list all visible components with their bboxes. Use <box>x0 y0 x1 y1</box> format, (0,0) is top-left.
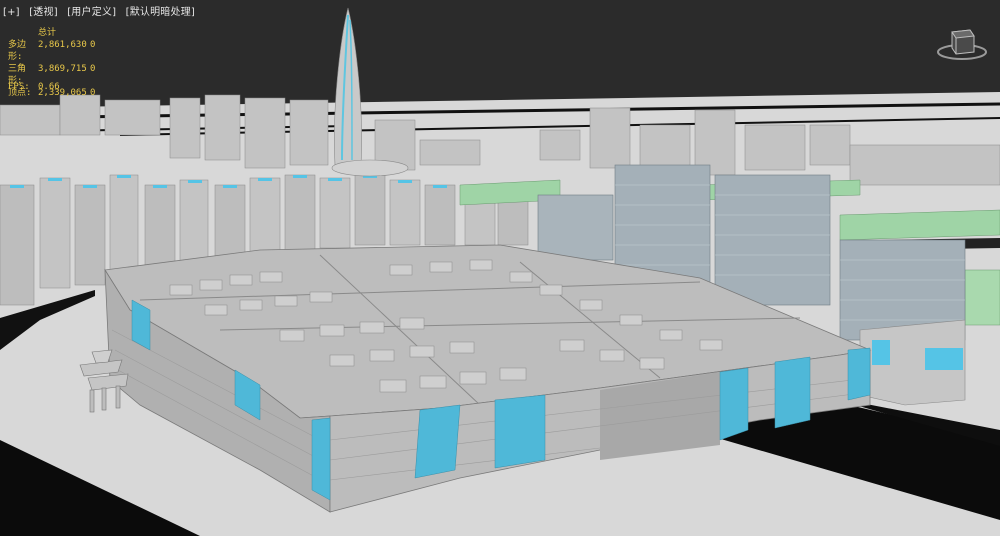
viewport-menu-shading[interactable]: [默认明暗处理] <box>126 7 195 18</box>
fps-label: FPS: <box>8 82 30 92</box>
stats-label: 多边形: <box>8 40 27 62</box>
stats-total: 2,861,630 <box>38 40 87 50</box>
fps-value: 0.66 <box>38 82 60 92</box>
viewcube-icon[interactable] <box>936 22 988 62</box>
stats-row-polygons: 多边形: 2,861,630 0 <box>8 39 102 63</box>
viewport-label-menu: [+] [透视] [用户定义] [默认明暗处理] <box>3 3 201 18</box>
viewport-menu-plus[interactable]: [+] <box>3 7 20 18</box>
viewport-menu-user-defined[interactable]: [用户定义] <box>67 7 116 18</box>
fps-readout: FPS: 0.66 <box>8 82 60 92</box>
right-annex-building <box>859 319 966 406</box>
3d-viewport[interactable]: [+] [透视] [用户定义] [默认明暗处理] 总计 多边形: 2,861,6… <box>0 0 1000 536</box>
stats-selected: 0 <box>90 88 96 98</box>
stats-selected: 0 <box>90 64 96 74</box>
city-scene-render[interactable] <box>0 0 1000 536</box>
stats-selected: 0 <box>90 40 96 50</box>
viewport-menu-perspective[interactable]: [透视] <box>29 7 58 18</box>
stats-header: 总计 <box>38 28 57 38</box>
